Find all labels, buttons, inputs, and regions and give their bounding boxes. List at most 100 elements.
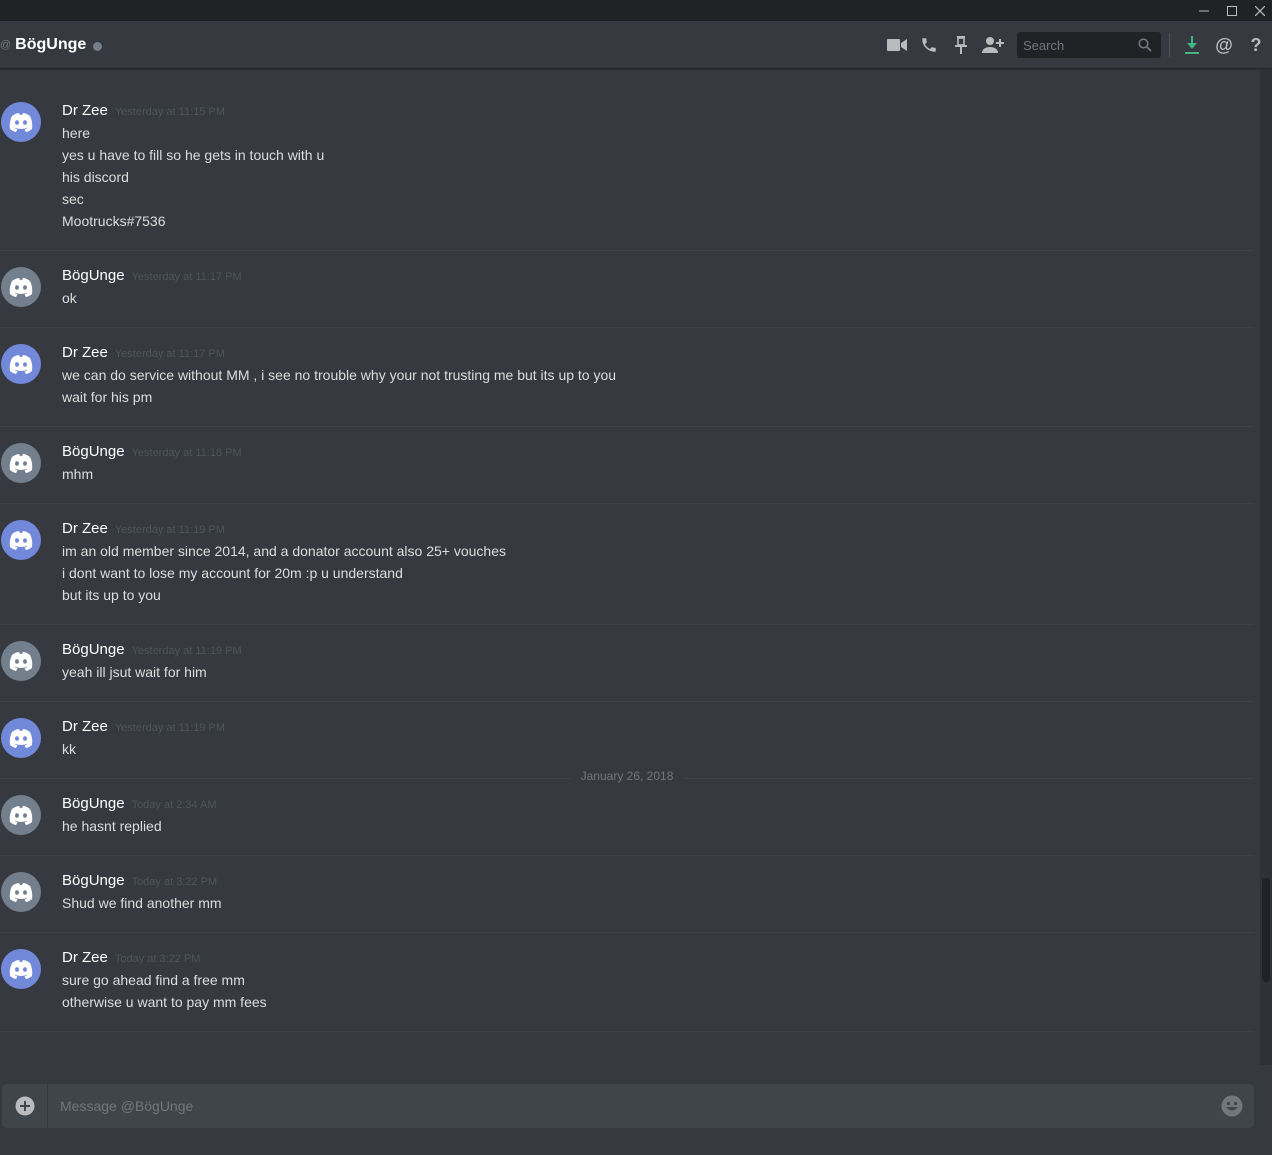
maximize-icon (1227, 5, 1237, 16)
message-header: BögUnge Yesterday at 11:18 PM (62, 443, 1254, 463)
message-header: BögUnge Yesterday at 11:17 PM (62, 267, 1254, 287)
message-text: i dont want to lose my account for 20m :… (62, 565, 403, 581)
header-toolbar: @ ? (881, 21, 1272, 69)
mentions-button[interactable]: @ (1208, 21, 1240, 69)
timestamp: Today at 2:34 AM (131, 799, 217, 811)
avatar[interactable] (1, 641, 41, 681)
message-group: Dr Zee Yesterday at 11:19 PM kk (0, 702, 1254, 778)
maximize-button[interactable] (1218, 0, 1246, 21)
avatar[interactable] (1, 520, 41, 560)
username[interactable]: Dr Zee (62, 520, 108, 537)
message-header: Dr Zee Yesterday at 11:19 PM (62, 520, 1254, 540)
timestamp: Today at 3:22 PM (114, 953, 201, 965)
voice-call-icon (922, 38, 936, 52)
avatar[interactable] (1, 267, 41, 307)
emoji-icon (1221, 1095, 1243, 1117)
timestamp: Yesterday at 11:15 PM (114, 106, 225, 118)
avatar[interactable] (1, 443, 41, 483)
message-group: BögUnge Today at 3:22 PM Shud we find anot… (0, 856, 1254, 933)
close-button[interactable] (1246, 0, 1272, 21)
message-text: he hasnt replied (62, 818, 162, 834)
dm-recipient-name[interactable]: BögUnge (15, 36, 86, 54)
minimize-icon (1199, 10, 1209, 11)
message-group: BögUnge Today at 2:34 AM he hasnt replied (0, 779, 1254, 856)
username[interactable]: BögUnge (62, 872, 125, 889)
download-apps-button[interactable] (1176, 21, 1208, 69)
mention-icon: @ (1215, 36, 1233, 54)
avatar[interactable] (1, 344, 41, 384)
discord-logo-icon (1, 718, 41, 758)
svg-text:@: @ (1215, 36, 1233, 54)
message-text: Mootrucks#7536 (62, 213, 166, 229)
timestamp: Yesterday at 11:17 PM (114, 348, 225, 360)
discord-logo-icon (1, 949, 41, 989)
close-icon (1255, 5, 1265, 16)
avatar[interactable] (1, 949, 41, 989)
status-indicator (93, 41, 103, 51)
timestamp: Yesterday at 11:19 PM (114, 722, 225, 734)
discord-logo-icon (1, 872, 41, 912)
message-list[interactable]: Dr Zee Yesterday at 11:15 PM here yes u hav… (0, 86, 1254, 1064)
username[interactable]: Dr Zee (62, 344, 108, 361)
channel-header: @ BögUnge Search @ ? (0, 21, 1272, 69)
username[interactable]: BögUnge (62, 641, 125, 658)
message-text: ok (62, 290, 77, 306)
username[interactable]: BögUnge (62, 443, 125, 460)
upload-button[interactable] (2, 1084, 48, 1128)
dm-at-symbol: @ (0, 38, 12, 51)
avatar[interactable] (1, 795, 41, 835)
video-call-icon (887, 39, 907, 51)
window-titlebar (0, 0, 1272, 21)
search-input[interactable] (1017, 37, 1127, 53)
discord-logo-icon (1, 795, 41, 835)
timestamp: Yesterday at 11:18 PM (131, 447, 242, 459)
message-group: Dr Zee Today at 3:22 PM sure go ahead find… (0, 933, 1254, 1032)
message-input[interactable] (48, 1098, 1210, 1114)
message-group: BögUnge Yesterday at 11:18 PM mhm (0, 427, 1254, 504)
message-text: im an old member since 2014, and a donat… (62, 543, 507, 559)
timestamp: Yesterday at 11:17 PM (131, 271, 242, 283)
message-text: but its up to you (62, 587, 161, 603)
toolbar-divider (1169, 33, 1170, 57)
message-text: yes u have to fill so he gets in touch w… (62, 147, 325, 163)
message-text: sec (62, 191, 84, 207)
username[interactable]: BögUnge (62, 267, 125, 284)
video-call-button[interactable] (881, 21, 913, 69)
message-header: BögUnge Today at 2:34 AM (62, 795, 1254, 815)
search-bar[interactable] (1017, 32, 1161, 58)
discord-logo-icon (1, 267, 41, 307)
voice-call-button[interactable] (913, 21, 945, 69)
avatar[interactable] (1, 718, 41, 758)
message-text: yeah ill jsut wait for him (62, 664, 207, 680)
message-header: Dr Zee Yesterday at 11:19 PM (62, 718, 1254, 738)
message-header: BögUnge Yesterday at 11:19 PM (62, 641, 1254, 661)
help-button[interactable]: ? (1240, 21, 1272, 69)
minimize-button[interactable] (1190, 0, 1218, 21)
message-text: otherwise u want to pay mm fees (62, 994, 267, 1010)
username[interactable]: BögUnge (62, 795, 125, 812)
add-friend-button[interactable] (977, 21, 1009, 69)
message-scrollbar-thumb[interactable] (1262, 878, 1270, 982)
timestamp: Yesterday at 11:19 PM (131, 645, 242, 657)
message-text: here (62, 125, 91, 141)
add-attachment-icon (15, 1096, 34, 1116)
username[interactable]: Dr Zee (62, 718, 108, 735)
add-friend-icon (982, 37, 1004, 53)
message-text: his discord (62, 169, 129, 185)
username[interactable]: Dr Zee (62, 102, 108, 119)
discord-logo-icon (1, 520, 41, 560)
discord-logo-icon (1, 344, 41, 384)
message-group: Dr Zee Yesterday at 11:15 PM here yes u hav… (0, 86, 1254, 251)
username[interactable]: Dr Zee (62, 949, 108, 966)
message-text: we can do service without MM , i see no … (62, 367, 617, 383)
pin-icon (955, 36, 967, 54)
avatar[interactable] (1, 102, 41, 142)
message-text: mhm (62, 466, 94, 482)
message-header: Dr Zee Yesterday at 11:17 PM (62, 344, 1254, 364)
emoji-picker-button[interactable] (1210, 1084, 1254, 1128)
download-icon (1185, 36, 1199, 54)
discord-logo-icon (1, 102, 41, 142)
pinned-messages-button[interactable] (945, 21, 977, 69)
avatar[interactable] (1, 872, 41, 912)
timestamp: Today at 3:22 PM (131, 876, 218, 888)
